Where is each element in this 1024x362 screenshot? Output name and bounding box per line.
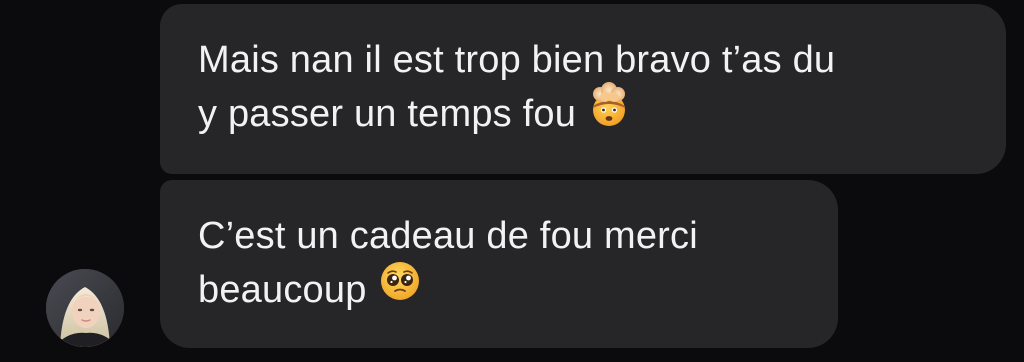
message-bubble[interactable]: C’est un cadeau de fou merci beaucoup <box>160 180 838 348</box>
message-thread: Mais nan il est trop bien bravo t’as du … <box>0 0 1024 362</box>
message-text-line: y passer un temps fou <box>198 82 966 146</box>
pleading-face-emoji-icon <box>377 258 423 318</box>
message-bubble[interactable]: Mais nan il est trop bien bravo t’as du … <box>160 4 1006 174</box>
exploding-head-emoji-icon <box>586 82 632 142</box>
avatar-photo-icon <box>46 269 124 347</box>
message-text-line: C’est un cadeau de fou merci <box>198 215 698 257</box>
message-text-line: Mais nan il est trop bien bravo t’as du <box>198 39 836 81</box>
avatar[interactable] <box>46 269 124 347</box>
message-text-fragment: beaucoup <box>198 269 367 312</box>
message-text-fragment: y passer un temps fou <box>198 93 577 136</box>
message-text-line: beaucoup <box>198 262 798 322</box>
